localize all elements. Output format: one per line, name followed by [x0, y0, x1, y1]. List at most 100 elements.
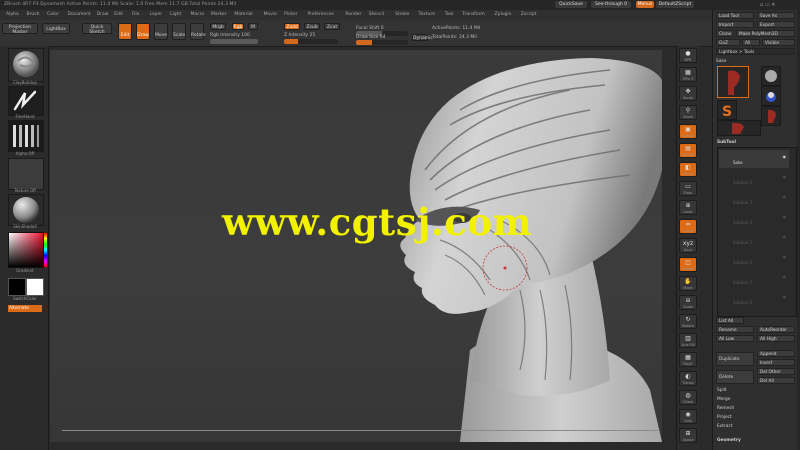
extract-menu[interactable]: Extract	[717, 424, 732, 429]
floor-button[interactable]: ▭ Floor	[679, 181, 697, 196]
see-through-slider[interactable]: See-through 0	[591, 1, 631, 8]
lightbox-button[interactable]: LightBox	[42, 23, 70, 34]
duplicate-button[interactable]: Duplicate	[716, 352, 754, 366]
visibility-eye-icon[interactable]: ◉	[783, 294, 787, 299]
menu-light[interactable]: Light	[170, 12, 181, 17]
menu-draw[interactable]: Draw	[97, 12, 109, 17]
xyz-button[interactable]: xyz Gxyz	[679, 238, 697, 253]
transp-button[interactable]: ◐ Transp	[679, 371, 697, 386]
remesh-menu[interactable]: Remesh	[717, 406, 734, 411]
persp-button[interactable]: ◧ Persp	[679, 162, 697, 177]
mrgb-button[interactable]: Mrgb	[210, 23, 226, 30]
stroke-tile[interactable]	[8, 86, 44, 116]
all-button[interactable]: All	[742, 39, 760, 46]
spix-button[interactable]: ▦ SPix 3	[679, 67, 697, 82]
bpr-button[interactable]: ● BPR	[679, 48, 697, 63]
zoom-button[interactable]: ⚲ Zoom	[679, 105, 697, 120]
menu-render[interactable]: Render	[345, 12, 361, 17]
export-button[interactable]: Export	[757, 21, 795, 28]
subtool-row[interactable]: Subtool 6 ◉	[719, 250, 789, 269]
menu-macro[interactable]: Macro	[191, 12, 205, 17]
autoreorder-button[interactable]: AutoReorder	[757, 326, 795, 333]
menu-color[interactable]: Color	[47, 12, 59, 17]
color-picker[interactable]	[8, 232, 47, 268]
all-high-button[interactable]: All High	[757, 335, 795, 342]
visibility-eye-icon[interactable]: ◉	[783, 274, 787, 279]
menu-movie[interactable]: Movie	[264, 12, 277, 17]
dynamic-button[interactable]: Dynamic	[412, 34, 433, 41]
subtool-row[interactable]: Subtool 5 ◉	[719, 230, 789, 249]
tool-thumb-sake[interactable]	[717, 66, 749, 98]
menu-zscript[interactable]: Zscript	[521, 12, 537, 17]
document-canvas[interactable]	[50, 50, 662, 442]
menu-brush[interactable]: Brush	[27, 12, 40, 17]
zadd-button[interactable]: Zadd	[284, 23, 300, 30]
linefill-button[interactable]: ▥ Line Fill	[679, 333, 697, 348]
lsym-button[interactable]: ⇔ L.Sym	[679, 219, 697, 234]
scale-mode-button[interactable]: Scale	[172, 23, 186, 40]
list-all-button[interactable]: List All	[716, 317, 744, 324]
append-button[interactable]: Append	[757, 350, 795, 357]
draw-size-slider[interactable]	[356, 40, 408, 45]
projection-master-button[interactable]: Projection Master	[2, 23, 38, 35]
menu-marker[interactable]: Marker	[211, 12, 227, 17]
frame-button[interactable]: ◫ Frame	[679, 257, 697, 272]
texture-tile[interactable]	[8, 158, 44, 190]
split-menu[interactable]: Split	[717, 388, 727, 393]
switch-color-label[interactable]: SwitchColor	[8, 296, 42, 301]
tool-thumb-s-icon[interactable]: S	[717, 100, 737, 120]
subtool-row[interactable]: Sake ◉	[719, 150, 789, 169]
del-all-button[interactable]: Del All	[757, 377, 795, 384]
m-button[interactable]: M	[248, 23, 258, 30]
subtool-row[interactable]: Subtool 7 ◉	[719, 270, 789, 289]
color-field[interactable]	[9, 233, 43, 267]
brush-tile[interactable]	[8, 48, 44, 82]
menu-edit[interactable]: Edit	[114, 12, 123, 17]
save-as-button[interactable]: Save As	[757, 12, 795, 19]
aahalf-button[interactable]: ▤ AAHalf	[679, 143, 697, 158]
quick-sketch-button[interactable]: Quick Sketch	[82, 23, 112, 35]
insert-button[interactable]: Insert	[757, 359, 795, 366]
zcut-button[interactable]: Zcut	[324, 23, 340, 30]
solo-button[interactable]: ◉ Solo	[679, 409, 697, 424]
del-other-button[interactable]: Del Other	[757, 368, 795, 375]
polyf-button[interactable]: ▦ PolyF	[679, 352, 697, 367]
tool-thumb-spherebrush[interactable]	[761, 66, 781, 86]
edit-mode-button[interactable]: Edit	[118, 23, 132, 40]
rgb-intensity-slider[interactable]	[210, 39, 258, 44]
ghost-button[interactable]: ◍ Ghost	[679, 390, 697, 405]
menu-transform[interactable]: Transform	[462, 12, 484, 17]
menu-zplugin[interactable]: Zplugin	[495, 12, 512, 17]
subtool-row[interactable]: Subtool 2 ◉	[719, 170, 789, 189]
merge-menu[interactable]: Merge	[717, 397, 730, 402]
clone-button[interactable]: Clone	[716, 30, 734, 37]
subtool-header[interactable]: SubTool	[717, 140, 736, 145]
subtool-row[interactable]: Subtool 3 ◉	[719, 190, 789, 209]
lightbox-tools-button[interactable]: Lightbox > Tools	[716, 48, 795, 55]
tool-thumb-sake-3[interactable]	[717, 120, 761, 136]
menu-stroke[interactable]: Stroke	[395, 12, 409, 17]
menu-document[interactable]: Document	[68, 12, 91, 17]
load-tool-button[interactable]: Load Tool	[716, 12, 754, 19]
menu-texture[interactable]: Texture	[419, 12, 435, 17]
rename-button[interactable]: Rename	[716, 326, 754, 333]
menu-picker[interactable]: Picker	[284, 12, 297, 17]
goz-button[interactable]: GoZ	[716, 39, 740, 46]
geometry-menu[interactable]: Geometry	[717, 438, 741, 443]
tool-thumb-simplebrush[interactable]	[761, 86, 781, 106]
material-tile[interactable]	[8, 194, 44, 226]
quicksave-button[interactable]: QuickSave	[555, 1, 587, 8]
delete-button[interactable]: Delete	[716, 370, 754, 384]
local-button[interactable]: ⊕ Local	[679, 200, 697, 215]
all-low-button[interactable]: All Low	[716, 335, 754, 342]
visible-button[interactable]: Visible	[762, 39, 795, 46]
subtool-row[interactable]: Subtool 4 ◉	[719, 210, 789, 229]
xpose-button[interactable]: ⊞ Xpose	[679, 428, 697, 443]
rotate-button[interactable]: ↻ Rotate	[679, 314, 697, 329]
visibility-eye-icon[interactable]: ◉	[783, 154, 787, 159]
visibility-eye-icon[interactable]: ◉	[783, 174, 787, 179]
window-controls[interactable]: ▫ ▭ ✕	[760, 2, 775, 8]
zsub-button[interactable]: Zsub	[304, 23, 320, 30]
default-zscript-button[interactable]: DefaultZScript	[656, 1, 694, 8]
rgb-button[interactable]: Rgb	[232, 23, 244, 30]
